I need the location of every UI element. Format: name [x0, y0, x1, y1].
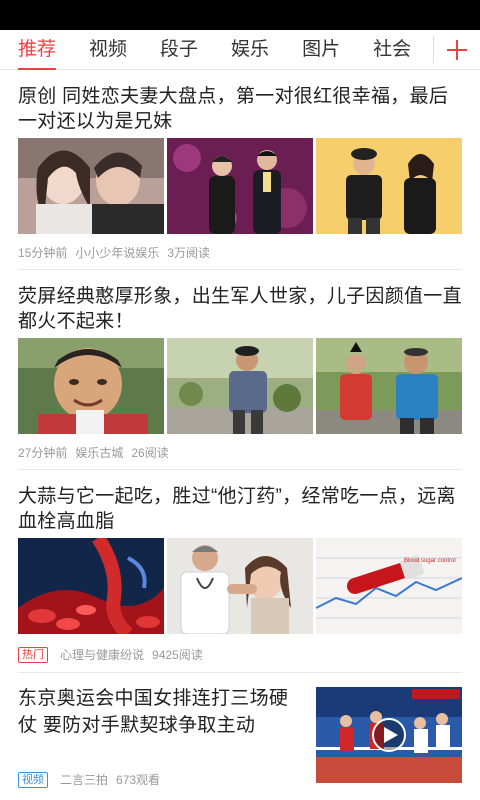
news-title[interactable]: 荧屏经典憨厚形象，出生军人世家，儿子因颜值一直都火不起来！: [18, 284, 462, 334]
news-meta: 15分钟前 小小少年说娱乐 3万阅读: [18, 244, 218, 261]
news-item[interactable]: 东京奥运会中国女排连打三场硬仗 要防对手默契球争取主动 视频 二言三拍 673观…: [18, 673, 462, 800]
news-image: [167, 338, 313, 434]
tab-recommend[interactable]: 推荐: [18, 30, 57, 70]
news-source[interactable]: 娱乐古城: [75, 444, 123, 461]
news-image: Blood sugar control: [316, 538, 462, 634]
news-title[interactable]: 东京奥运会中国女排连打三场硬仗 要防对手默契球争取主动: [18, 685, 298, 739]
tab-entertainment[interactable]: 娱乐: [231, 30, 269, 70]
news-thumbnails: [18, 138, 462, 234]
read-count: 3万阅读: [167, 246, 211, 260]
tab-jokes[interactable]: 段子: [160, 30, 198, 70]
read-count: 26阅读: [131, 446, 169, 460]
news-image: [316, 138, 462, 234]
status-bar: [0, 0, 480, 30]
hot-tag: 热门: [18, 646, 48, 663]
news-source[interactable]: 小小少年说娱乐: [75, 244, 159, 261]
news-image: [316, 338, 462, 434]
tab-video[interactable]: 视频: [89, 30, 127, 70]
news-thumbnails: [18, 338, 462, 434]
plus-icon: [447, 40, 467, 60]
news-image: [167, 538, 313, 634]
news-image: [167, 138, 313, 234]
view-count: 673观看: [116, 773, 161, 787]
news-thumbnails: Blood sugar control: [18, 538, 462, 634]
news-title[interactable]: 原创 同姓恋夫妻大盘点，第一对很红很幸福，最后一对还以为是兄妹: [18, 84, 462, 134]
publish-time: 27分钟前: [18, 446, 68, 460]
news-image: [18, 538, 164, 634]
news-source[interactable]: 心理与健康纷说: [60, 646, 144, 663]
news-item[interactable]: 原创 同姓恋夫妻大盘点，第一对很红很幸福，最后一对还以为是兄妹 15分钟前 小小…: [18, 70, 462, 270]
add-channel-button[interactable]: [434, 30, 480, 70]
publish-time: 15分钟前: [18, 246, 68, 260]
blood-sugar-label: Blood sugar control: [404, 558, 456, 564]
tab-pictures[interactable]: 图片: [302, 30, 340, 70]
channel-tab-bar: 推荐 视频 段子 娱乐 图片 社会: [0, 30, 480, 70]
news-meta: 视频 二言三拍 673观看: [18, 771, 168, 788]
tab-society[interactable]: 社会: [373, 30, 411, 70]
video-tag: 视频: [18, 771, 48, 788]
news-meta: 热门 心理与健康纷说 9425阅读: [18, 646, 211, 663]
news-image: [18, 338, 164, 434]
video-thumbnail[interactable]: [316, 687, 462, 783]
news-item[interactable]: 大蒜与它一起吃，胜过“他汀药”，经常吃一点，远离血栓高血脂 Blood suga…: [18, 470, 462, 673]
news-item[interactable]: 荧屏经典憨厚形象，出生军人世家，儿子因颜值一直都火不起来！ 27分钟前 娱乐古城…: [18, 270, 462, 470]
news-title[interactable]: 大蒜与它一起吃，胜过“他汀药”，经常吃一点，远离血栓高血脂: [18, 484, 462, 534]
channel-tabs: 推荐 视频 段子 娱乐 图片 社会: [0, 30, 444, 70]
news-meta: 27分钟前 娱乐古城 26阅读: [18, 444, 177, 461]
news-feed: 原创 同姓恋夫妻大盘点，第一对很红很幸福，最后一对还以为是兄妹 15分钟前 小小…: [0, 70, 480, 800]
news-source[interactable]: 二言三拍: [60, 771, 108, 788]
read-count: 9425阅读: [152, 648, 203, 662]
news-image: [18, 138, 164, 234]
